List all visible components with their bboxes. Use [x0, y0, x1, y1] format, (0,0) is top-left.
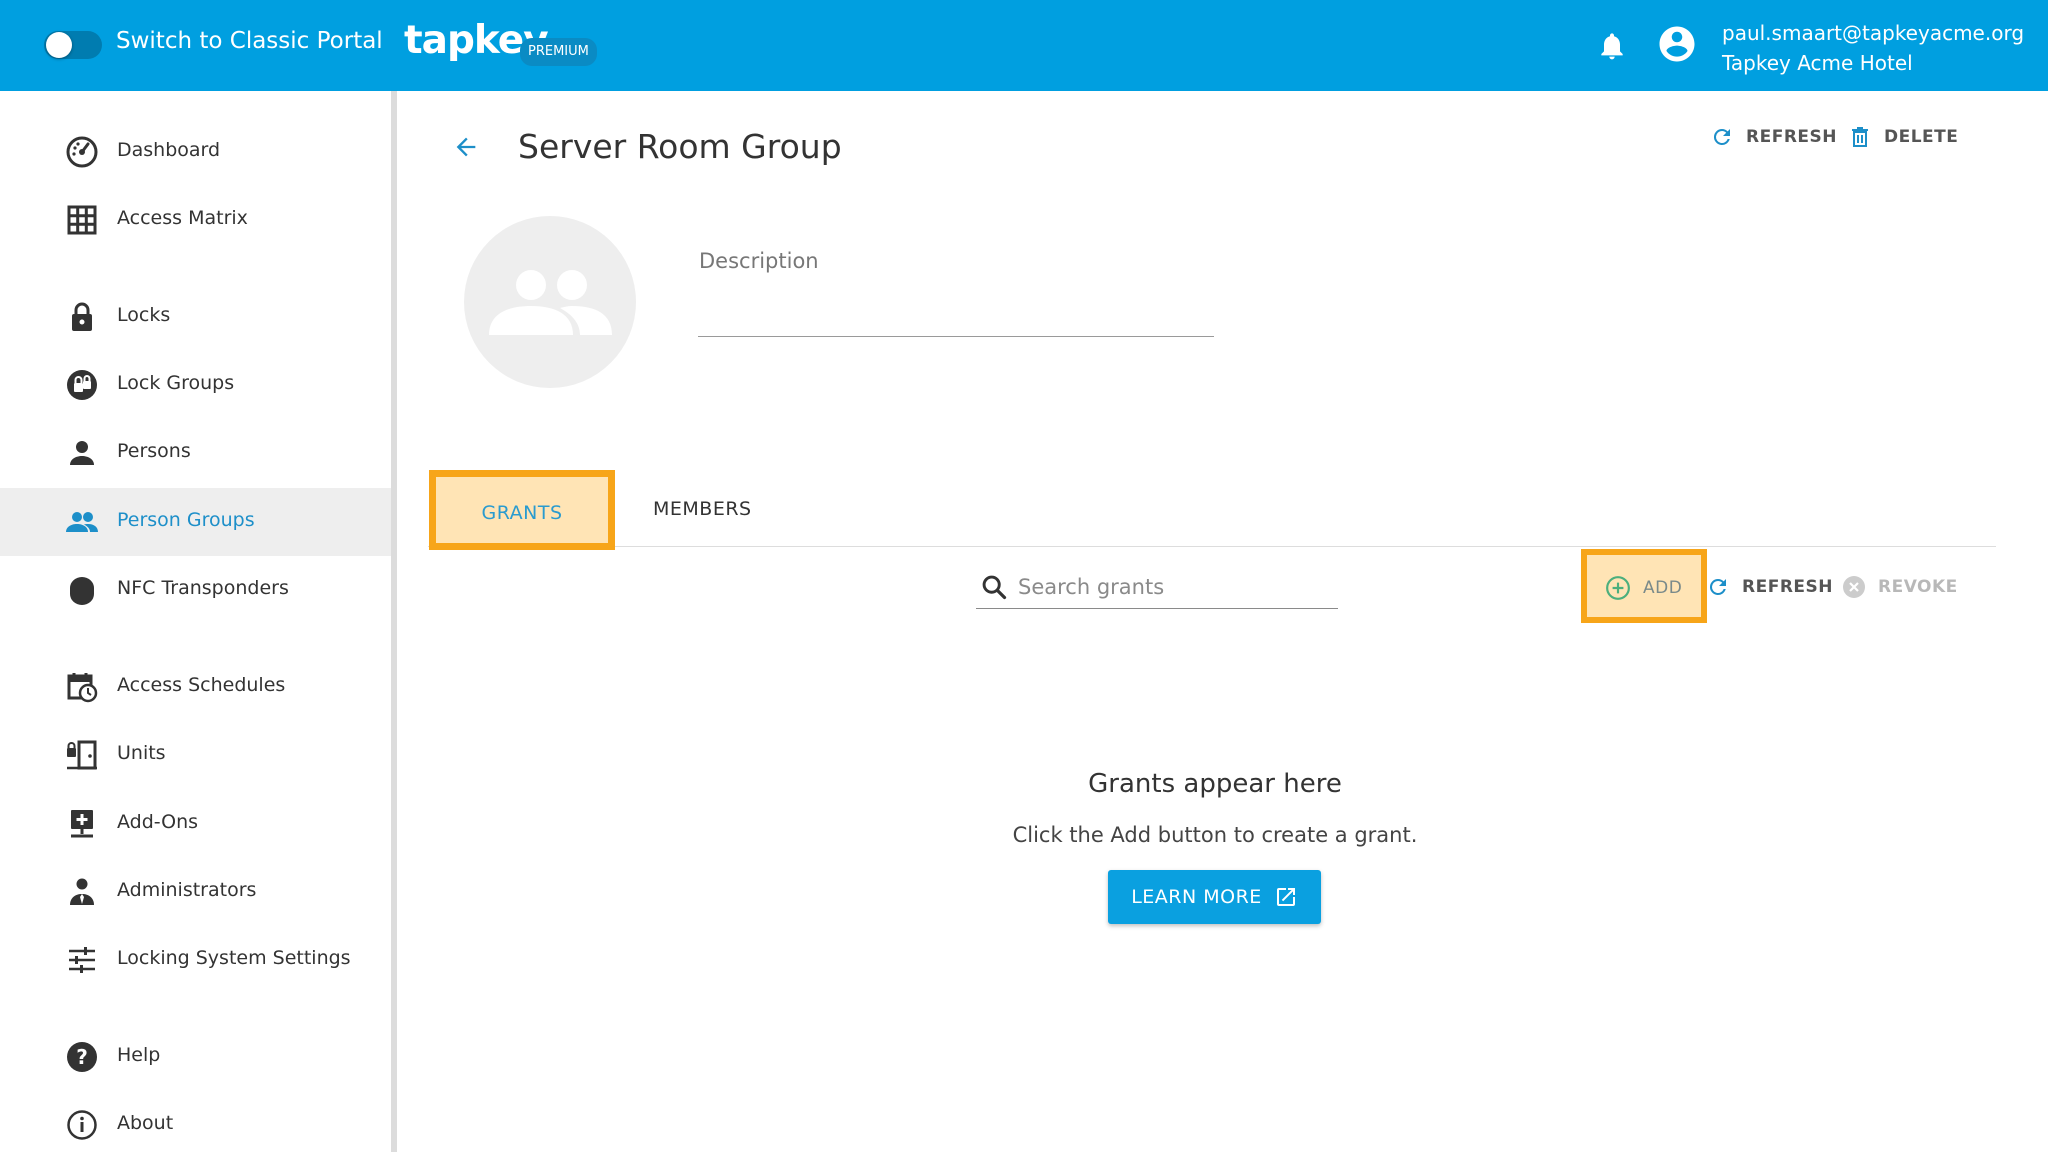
sidebar-item-label: Locking System Settings: [117, 947, 351, 969]
sidebar-divider[interactable]: [391, 91, 397, 1152]
learn-more-button[interactable]: LEARN MORE: [1108, 870, 1321, 924]
empty-state-subtitle: Click the Add button to create a grant.: [1012, 823, 1418, 847]
sidebar-item-locking-system-settings[interactable]: Locking System Settings: [0, 926, 391, 994]
add-button-content: ADD: [1605, 575, 1682, 601]
trash-icon: [1852, 127, 1868, 147]
header-refresh-button[interactable]: REFRESH: [1710, 123, 1837, 151]
lock-group-icon: [67, 370, 97, 400]
sidebar-item-administrators[interactable]: Administrators: [0, 858, 391, 926]
add-ons-icon: [71, 810, 93, 838]
sidebar-item-dashboard[interactable]: Dashboard: [0, 118, 391, 186]
sidebar-item-label: Persons: [117, 440, 191, 462]
cancel-circle-icon: [1843, 576, 1865, 598]
people-icon: [66, 512, 98, 532]
toggle-knob: [46, 32, 72, 58]
search-grants-input[interactable]: [1018, 568, 1336, 606]
search-underline: [976, 608, 1338, 609]
revoke-label: REVOKE: [1878, 577, 1958, 597]
person-icon: [70, 441, 94, 465]
sidebar-item-label: Locks: [117, 304, 171, 326]
premium-badge: PREMIUM: [520, 38, 597, 66]
user-organization[interactable]: Tapkey Acme Hotel: [1722, 51, 1913, 75]
units-icon: [67, 740, 97, 770]
administrator-icon: [70, 878, 94, 905]
back-arrow-icon[interactable]: [452, 133, 480, 161]
sidebar-item-label: NFC Transponders: [117, 577, 289, 599]
tabs-divider: [428, 546, 1996, 547]
sidebar-item-label: Help: [117, 1044, 161, 1066]
svg-text:?: ?: [76, 1045, 88, 1069]
refresh-icon: [1713, 128, 1730, 145]
grants-refresh-button[interactable]: REFRESH: [1706, 575, 1833, 599]
sidebar-item-lock-groups[interactable]: Lock Groups: [0, 351, 391, 419]
classic-portal-toggle[interactable]: [44, 31, 102, 59]
dashboard-icon: [66, 136, 98, 168]
header-delete-button[interactable]: DELETE: [1848, 123, 1958, 151]
settings-sliders-icon: [69, 947, 95, 973]
sidebar-item-access-matrix[interactable]: Access Matrix: [0, 186, 391, 254]
schedule-icon: [67, 673, 98, 703]
refresh-icon: [1709, 579, 1726, 595]
sidebar-item-label: Access Schedules: [117, 674, 286, 696]
user-email[interactable]: paul.smaart@tapkeyacme.org: [1722, 21, 2024, 45]
info-icon: [67, 1110, 97, 1140]
add-label: ADD: [1643, 578, 1683, 598]
top-app-bar: Switch to Classic Portal tapkey PREMIUM …: [0, 0, 2048, 91]
lock-icon: [72, 302, 92, 331]
sidebar-item-label: Person Groups: [117, 509, 255, 531]
sidebar-item-person-groups[interactable]: Person Groups: [0, 488, 391, 556]
sidebar-item-locks[interactable]: Locks: [0, 283, 391, 351]
empty-state-title: Grants appear here: [1088, 769, 1342, 799]
group-avatar: [464, 216, 636, 388]
sidebar: Dashboard Access Matrix Locks Lock Group…: [0, 91, 392, 1152]
description-field[interactable]: [698, 336, 1214, 337]
sidebar-item-about[interactable]: About: [0, 1091, 391, 1159]
grants-refresh-label: REFRESH: [1742, 577, 1833, 597]
description-label: Description: [699, 249, 819, 273]
search-icon: [982, 575, 1007, 600]
add-grant-button[interactable]: ADD: [1581, 549, 1707, 623]
account-circle-icon[interactable]: [1656, 23, 1698, 65]
sidebar-item-label: Dashboard: [117, 139, 221, 161]
sidebar-item-help[interactable]: ? Help: [0, 1023, 391, 1091]
sidebar-item-add-ons[interactable]: Add-Ons: [0, 790, 391, 858]
sidebar-item-label: Administrators: [117, 879, 257, 901]
tab-members[interactable]: MEMBERS: [653, 498, 752, 520]
sidebar-item-label: About: [117, 1112, 174, 1134]
sidebar-item-label: Add-Ons: [117, 811, 199, 833]
header-refresh-label: REFRESH: [1746, 127, 1837, 147]
group-icon: [489, 270, 612, 335]
switch-classic-portal-label[interactable]: Switch to Classic Portal: [116, 28, 383, 54]
grid-icon: [67, 205, 97, 235]
revoke-button[interactable]: REVOKE: [1842, 575, 1958, 599]
sidebar-item-access-schedules[interactable]: Access Schedules: [0, 653, 391, 721]
open-in-new-icon: [1276, 888, 1295, 906]
header-delete-label: DELETE: [1884, 127, 1959, 147]
help-icon: ?: [67, 1042, 97, 1072]
add-circle-icon: [1606, 576, 1630, 600]
sidebar-item-label: Access Matrix: [117, 207, 248, 229]
tab-grants-label: GRANTS: [481, 502, 563, 524]
learn-more-label: LEARN MORE: [1131, 886, 1262, 908]
sidebar-item-nfc-transponders[interactable]: NFC Transponders: [0, 556, 391, 624]
sidebar-item-label: Lock Groups: [117, 372, 235, 394]
transponder-icon: [70, 577, 94, 605]
bell-icon[interactable]: [1596, 29, 1628, 63]
sidebar-item-units[interactable]: Units: [0, 721, 391, 789]
page-title: Server Room Group: [518, 127, 842, 166]
sidebar-item-label: Units: [117, 742, 166, 764]
tab-grants[interactable]: GRANTS: [429, 470, 615, 550]
sidebar-item-persons[interactable]: Persons: [0, 419, 391, 487]
